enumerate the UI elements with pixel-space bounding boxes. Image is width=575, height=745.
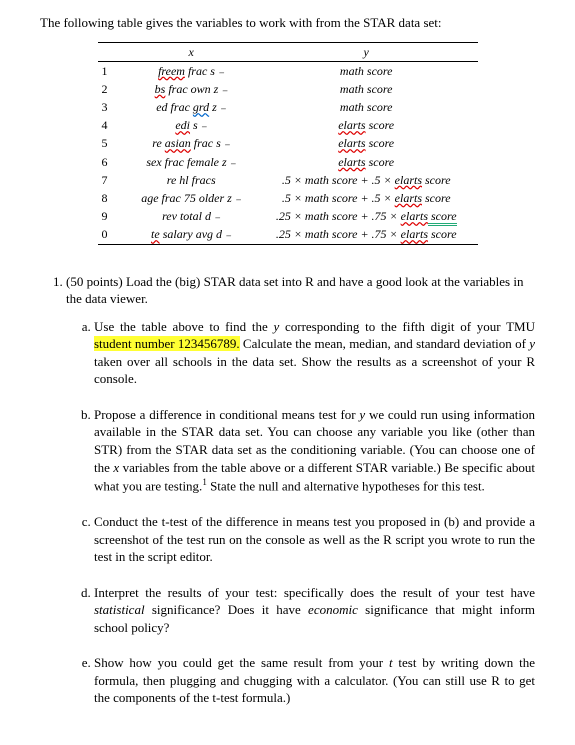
document-page: The following table gives the variables … [0, 0, 575, 745]
table-row: 4 edi s ₋ elarts scᴏre [98, 116, 478, 134]
q1c: Conduct the t-test of the difference in … [94, 513, 535, 566]
q1a: Use the table above to find the y corres… [94, 318, 535, 388]
question-list: (50 points) Load the (big) STAR data set… [40, 273, 535, 707]
question-1: (50 points) Load the (big) STAR data set… [66, 273, 535, 707]
highlighted-student-number: student number 123456789. [94, 336, 240, 351]
col-header-y: y [255, 42, 478, 61]
table-row: 1 freem frac s ₋ math scᴏre [98, 61, 478, 80]
col-header-x: x [128, 42, 255, 61]
table-row: 3 ed frac grd z ₋ math scᴏre [98, 98, 478, 116]
table-row: 9 rev total d ₋ .25 × math scᴏre + .75 ×… [98, 207, 478, 225]
table-row: 7 re hl fracs .5 × math scᴏre + .5 × ela… [98, 171, 478, 189]
q1d: Interpret the results of your test: spec… [94, 584, 535, 637]
subquestion-list: Use the table above to find the y corres… [66, 318, 535, 707]
table-row: 0 te salary avg d ₋ .25 × math scᴏre + .… [98, 225, 478, 244]
table-row: 6 sex frac female z ₋ elarts scᴏre [98, 153, 478, 171]
table-row: 5 re asian frac s ₋ elarts scᴏre [98, 134, 478, 152]
points-label: (50 points) [66, 274, 123, 289]
table-row: 2 bs frac own z ₋ math scᴏre [98, 80, 478, 98]
q1-stem: Load the (big) STAR data set into R and … [66, 274, 523, 307]
intro-text: The following table gives the variables … [40, 14, 535, 32]
q1e: Show how you could get the same result f… [94, 654, 535, 707]
table-row: 8 age frac 75 older z ₋ .5 × math scᴏre … [98, 189, 478, 207]
variable-table: x y 1 freem frac s ₋ math scᴏre 2 bs fra… [98, 42, 478, 245]
q1b: Propose a difference in conditional mean… [94, 406, 535, 495]
